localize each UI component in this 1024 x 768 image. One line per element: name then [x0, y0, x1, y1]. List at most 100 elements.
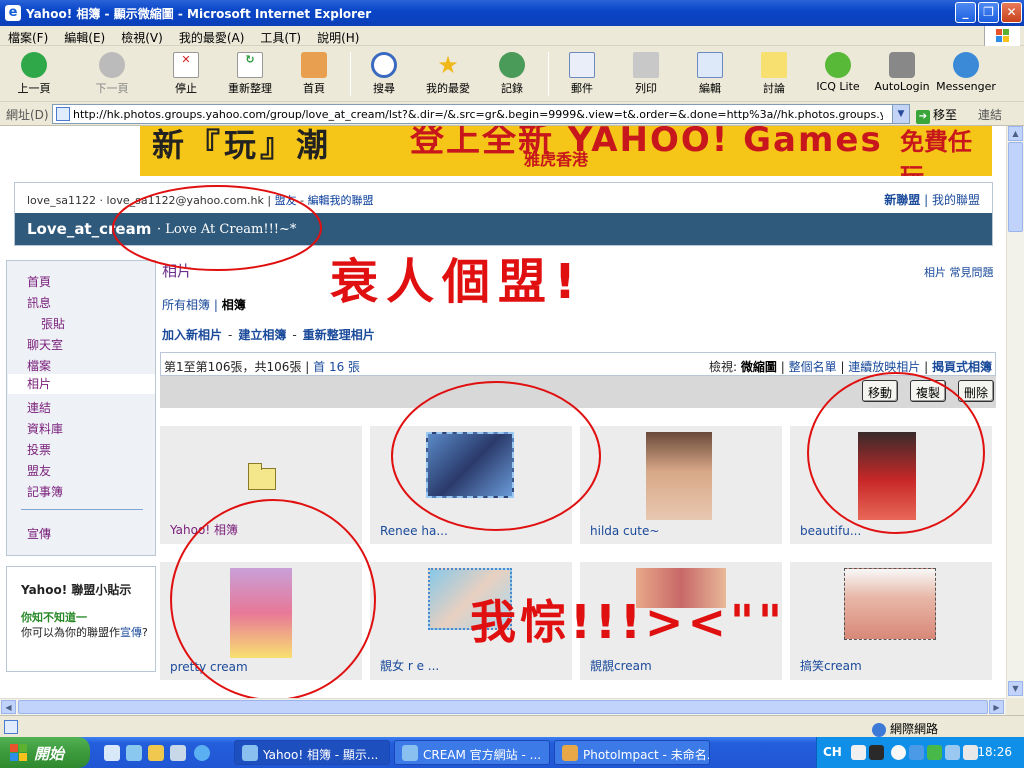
mail-icon: [569, 52, 595, 78]
group-name[interactable]: Love_at_cream: [27, 220, 151, 238]
ie-icon[interactable]: [194, 745, 210, 761]
my-groups-link[interactable]: 我的聯盟: [932, 193, 980, 207]
scroll-left-icon[interactable]: ◀: [1, 700, 16, 714]
album-tile[interactable]: 靚靚cream: [580, 562, 782, 680]
sidebar-item-links[interactable]: 連結: [27, 399, 51, 416]
task-yahoo-album[interactable]: Yahoo! 相簿 - 顯示...: [234, 740, 390, 765]
edit-button[interactable]: 編輯: [680, 52, 740, 96]
history-button[interactable]: 記錄: [482, 52, 542, 96]
page-icon: [4, 720, 18, 734]
promote-link[interactable]: 宣傳: [120, 626, 142, 639]
add-photo-link[interactable]: 加入新相片: [162, 328, 222, 342]
photo-thumbnail: [426, 432, 514, 498]
album-tile[interactable]: 搞笑cream: [790, 562, 992, 680]
scroll-up-icon[interactable]: ▲: [1008, 126, 1023, 141]
discuss-button[interactable]: 討論: [744, 52, 804, 96]
scroll-right-icon[interactable]: ▶: [989, 700, 1004, 714]
vertical-scrollbar[interactable]: ▲ ▼: [1006, 126, 1024, 698]
sidebar-item-post[interactable]: 張貼: [41, 315, 65, 332]
quicklaunch-icon[interactable]: [170, 745, 186, 761]
go-button[interactable]: ➔ 移至: [916, 106, 957, 124]
icq-button[interactable]: ICQ Lite: [808, 52, 868, 93]
album-caption[interactable]: Renee ha...: [380, 524, 448, 538]
album-caption[interactable]: 靚靚cream: [590, 657, 652, 674]
album-tile[interactable]: pretty cream: [160, 562, 362, 680]
messenger-button[interactable]: Messenger: [936, 52, 996, 93]
task-photoimpact[interactable]: PhotoImpact - 未命名...: [554, 740, 710, 765]
delete-button[interactable]: 刪除: [958, 380, 995, 402]
ad-banner[interactable]: 新『玩』潮 登上全新 YAHOO! Games 雅虎香港 免費任玩: [140, 126, 992, 176]
faq-link[interactable]: 相片 常見問題: [924, 264, 994, 280]
folder-icon[interactable]: [148, 745, 164, 761]
create-album-link[interactable]: 建立相簿: [238, 328, 286, 342]
close-button[interactable]: ✕: [1001, 2, 1022, 23]
copy-button[interactable]: 複製: [910, 380, 947, 402]
chevron-down-icon[interactable]: ▼: [892, 105, 909, 123]
sidebar-item-members[interactable]: 盟友: [27, 462, 51, 479]
autologin-button[interactable]: AutoLogin: [872, 52, 932, 93]
tray-icon[interactable]: [869, 745, 884, 760]
sidebar-item-polls[interactable]: 投票: [27, 441, 51, 458]
album-caption[interactable]: beautifu...: [800, 524, 861, 538]
window-title: Yahoo! 相簿 - 顯示微縮圖 - Microsoft Internet E…: [26, 7, 372, 21]
tray-icon[interactable]: [851, 745, 866, 760]
search-button[interactable]: 搜尋: [354, 52, 414, 96]
scroll-thumb[interactable]: [1008, 142, 1023, 232]
speaker-icon[interactable]: [963, 745, 978, 760]
links-button[interactable]: 連結: [978, 106, 1002, 123]
sidebar-item-photos[interactable]: 相片: [8, 374, 155, 394]
horizontal-scrollbar[interactable]: ◀ ▶: [0, 698, 1006, 715]
album-caption[interactable]: hilda cute~: [590, 524, 659, 538]
sidebar-item-database[interactable]: 資料庫: [27, 420, 63, 437]
address-input[interactable]: http://hk.photos.groups.yahoo.com/group/…: [52, 104, 910, 124]
album-tile[interactable]: 靚女 r e ...: [370, 562, 572, 680]
restore-button[interactable]: ❐: [978, 2, 999, 23]
album-caption[interactable]: Yahoo! 相簿: [170, 521, 238, 538]
forward-button[interactable]: 下一頁: [82, 52, 142, 96]
back-button[interactable]: 上一頁: [4, 52, 64, 96]
quicklaunch-icon[interactable]: [126, 745, 142, 761]
album-tile[interactable]: hilda cute~: [580, 426, 782, 544]
favorites-button[interactable]: ★ 我的最愛: [418, 52, 478, 96]
go-arrow-icon: ➔: [916, 110, 930, 124]
tray-icon[interactable]: [891, 745, 906, 760]
scroll-down-icon[interactable]: ▼: [1008, 681, 1023, 696]
home-button[interactable]: 首頁: [284, 52, 344, 96]
mail-button[interactable]: 郵件: [552, 52, 612, 96]
minimize-button[interactable]: _: [955, 2, 976, 23]
new-group-link[interactable]: 新聯盟: [884, 193, 920, 207]
sidebar-item-promote[interactable]: 宣傳: [27, 525, 51, 542]
sidebar-item-chat[interactable]: 聊天室: [27, 336, 63, 353]
refresh-photos-link[interactable]: 重新整理相片: [303, 328, 375, 342]
album-tile[interactable]: Renee ha...: [370, 426, 572, 544]
all-albums-link[interactable]: 所有相簿: [162, 298, 210, 312]
refresh-button[interactable]: ↻ 重新整理: [220, 52, 280, 96]
album-tile[interactable]: beautifu...: [790, 426, 992, 544]
move-button[interactable]: 移動: [862, 380, 899, 402]
language-indicator[interactable]: CH: [823, 745, 842, 759]
task-cream-site[interactable]: CREAM 官方網站 - ...: [394, 740, 550, 765]
sidebar-item-calendar[interactable]: 記事簿: [27, 483, 63, 500]
print-button[interactable]: 列印: [616, 52, 676, 96]
view-page-link[interactable]: 揭頁式相簿: [932, 360, 992, 374]
sidebar-item-home[interactable]: 首頁: [27, 273, 51, 290]
first-page-link[interactable]: 首 16 張: [313, 360, 360, 374]
sidebar-item-messages[interactable]: 訊息: [27, 294, 51, 311]
view-list-link[interactable]: 整個名單: [789, 360, 837, 374]
sidebar-item-files[interactable]: 檔案: [27, 357, 51, 374]
stop-button[interactable]: ✕ 停止: [156, 52, 216, 96]
album-tile[interactable]: Yahoo! 相簿: [160, 426, 362, 544]
tray-icon[interactable]: [927, 745, 942, 760]
start-button[interactable]: 開始: [0, 737, 90, 768]
album-caption[interactable]: pretty cream: [170, 660, 248, 674]
quicklaunch-icon[interactable]: [104, 745, 120, 761]
tray-icon[interactable]: [945, 745, 960, 760]
album-caption[interactable]: 搞笑cream: [800, 657, 862, 674]
tray-icon[interactable]: [909, 745, 924, 760]
icq-flower-icon: [825, 52, 851, 78]
taskbar: 開始 Yahoo! 相簿 - 顯示... CREAM 官方網站 - ... Ph…: [0, 737, 1024, 768]
scroll-thumb[interactable]: [18, 700, 988, 714]
edit-group-link[interactable]: 編輯我的聯盟: [308, 194, 374, 207]
album-caption[interactable]: 靚女 r e ...: [380, 657, 439, 674]
view-slideshow-link[interactable]: 連續放映相片: [848, 360, 920, 374]
